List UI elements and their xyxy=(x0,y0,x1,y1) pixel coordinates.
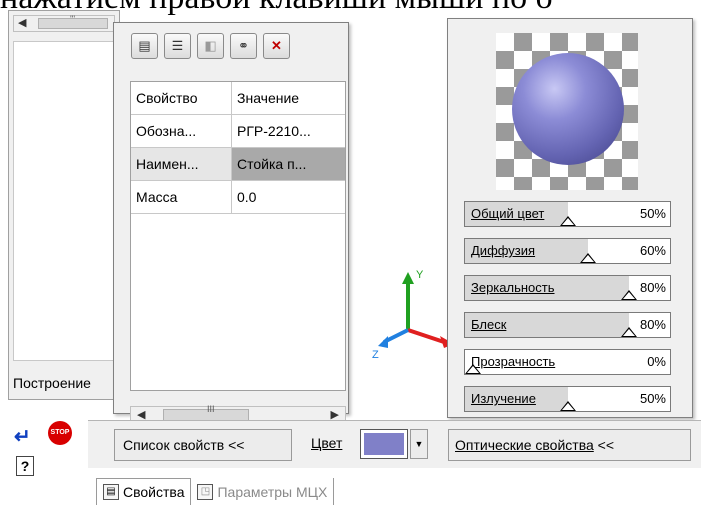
axis-triad: Y Z xyxy=(372,269,454,361)
properties-toolbar: ▤ ☰ ◧ ⚭ ✕ xyxy=(131,33,290,59)
row-value[interactable]: РГР-2210... xyxy=(232,115,345,147)
properties-table: Свойство Значение Обозна... РГР-2210... … xyxy=(130,81,346,391)
enter-arrow-icon[interactable]: ↵ xyxy=(14,424,31,449)
slider-value: 80% xyxy=(639,317,666,332)
slider-value: 0% xyxy=(647,354,666,369)
scroll-grip: ''' xyxy=(70,14,76,24)
optical-slider[interactable]: Диффузия 60% xyxy=(464,238,671,264)
slider-label: Блеск xyxy=(471,317,507,332)
delete-icon[interactable]: ✕ xyxy=(263,33,290,59)
scroll-grip: III xyxy=(207,404,215,414)
axis-y-label: Y xyxy=(416,269,424,281)
mch-params-tab-icon: ◳ xyxy=(197,483,214,500)
slider-value: 80% xyxy=(639,280,666,295)
color-dropdown-button[interactable]: ▼ xyxy=(410,429,428,459)
table-row[interactable]: Обозна... РГР-2210... xyxy=(131,115,345,148)
optical-slider[interactable]: Общий цвет 50% xyxy=(464,201,671,227)
left-horizontal-scrollbar[interactable]: ◀ ''' xyxy=(13,14,115,32)
slider-value: 50% xyxy=(639,206,666,221)
slider-value: 60% xyxy=(639,243,666,258)
row-value[interactable]: Стойка п... xyxy=(232,148,345,180)
color-label: Цвет xyxy=(311,435,343,451)
tab-label: Свойства xyxy=(123,484,185,500)
slider-label: Прозрачность xyxy=(471,354,556,369)
material-preview xyxy=(496,33,638,190)
row-key[interactable]: Наимен... xyxy=(131,148,232,180)
axis-x-line xyxy=(407,328,445,344)
list-icon[interactable]: ☰ xyxy=(164,33,191,59)
color-swatch-fill xyxy=(364,433,404,455)
scroll-left-arrow-icon[interactable]: ◀ xyxy=(18,16,26,31)
axis-z-label: Z xyxy=(372,349,379,361)
optical-slider[interactable]: Зеркальность 80% xyxy=(464,275,671,301)
properties-panel: ▤ ☰ ◧ ⚭ ✕ Свойство Значение Обозна... РГ… xyxy=(113,22,349,424)
optical-properties-label: Оптические свойства xyxy=(455,437,594,453)
row-key[interactable]: Обозна... xyxy=(131,115,232,147)
optical-slider[interactable]: Излучение 50% xyxy=(464,386,671,412)
table-row[interactable]: Масса 0.0 xyxy=(131,181,345,214)
slider-label: Зеркальность xyxy=(471,280,555,295)
header-value[interactable]: Значение xyxy=(232,82,345,114)
optical-properties-button[interactable]: Оптические свойства << xyxy=(448,429,691,461)
left-panel-label: Построение xyxy=(13,375,91,391)
optical-properties-panel: Общий цвет 50% Диффузия 60% Зеркальность 80% Б… xyxy=(447,18,693,418)
axis-y-arrow xyxy=(402,272,414,284)
tab-mch-parameters[interactable]: ◳ Параметры МЦХ xyxy=(191,478,335,505)
header-property[interactable]: Свойство xyxy=(131,82,232,114)
slider-handle[interactable] xyxy=(560,401,576,411)
left-panel: ◀ ''' Построение xyxy=(8,10,120,400)
collapse-chevron: << xyxy=(597,437,615,453)
color-swatch[interactable] xyxy=(360,429,408,459)
slider-handle[interactable] xyxy=(580,253,596,263)
slider-label: Общий цвет xyxy=(471,206,545,221)
bottom-property-bar: Список свойств << Цвет ▼ Оптические свой… xyxy=(88,420,701,468)
help-icon[interactable]: ? xyxy=(16,456,34,476)
slider-handle[interactable] xyxy=(465,364,481,374)
optical-slider[interactable]: Блеск 80% xyxy=(464,312,671,338)
optical-slider[interactable]: Прозрачность 0% xyxy=(464,349,671,375)
stop-icon[interactable]: STOP xyxy=(48,421,72,445)
row-value[interactable]: 0.0 xyxy=(232,181,345,213)
slider-label: Диффузия xyxy=(471,243,536,258)
properties-tab-icon: ▤ xyxy=(103,484,119,500)
tab-properties[interactable]: ▤ Свойства xyxy=(96,478,192,505)
slider-value: 50% xyxy=(639,391,666,406)
panel-tabs: ▤ Свойства ◳ Параметры МЦХ xyxy=(96,478,335,505)
library-icon[interactable]: ◧ xyxy=(197,33,224,59)
left-tree-area xyxy=(13,41,115,361)
slider-handle[interactable] xyxy=(621,327,637,337)
preview-sphere xyxy=(512,53,624,165)
row-key[interactable]: Масса xyxy=(131,181,232,213)
slider-label: Излучение xyxy=(471,391,536,406)
table-row-selected[interactable]: Наимен... Стойка п... xyxy=(131,148,345,181)
table-header: Свойство Значение xyxy=(131,82,345,115)
slider-handle[interactable] xyxy=(560,216,576,226)
link-icon[interactable]: ⚭ xyxy=(230,33,257,59)
axis-z-arrow xyxy=(378,336,388,348)
slider-handle[interactable] xyxy=(621,290,637,300)
tab-label: Параметры МЦХ xyxy=(217,483,328,500)
property-list-button[interactable]: Список свойств << xyxy=(114,429,292,461)
properties-sheet-icon[interactable]: ▤ xyxy=(131,33,158,59)
